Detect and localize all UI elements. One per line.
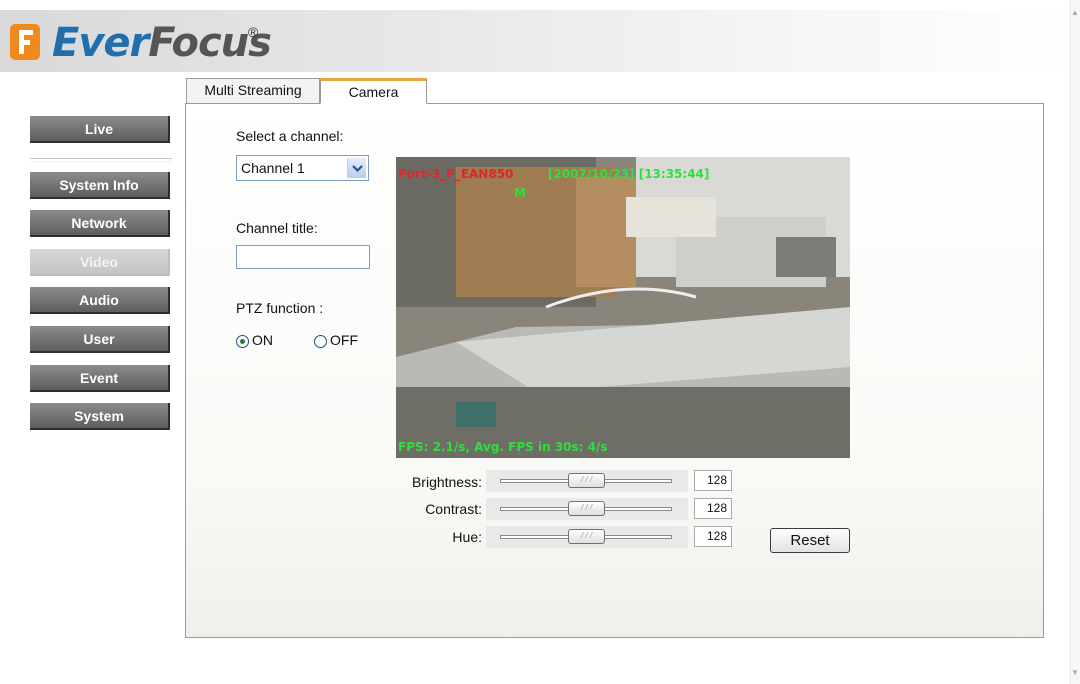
overlay-datetime: [2007/10/23] [13:35:44] [548,167,710,181]
sidebar-item-event[interactable]: Event [30,365,170,392]
hue-slider-handle[interactable]: / / / [568,529,605,544]
brightness-slider-handle[interactable]: / / / [568,473,605,488]
tab-camera[interactable]: Camera [320,78,427,104]
everfocus-logo-icon [10,24,40,60]
ptz-on-radio[interactable] [236,335,249,348]
sidebar-item-system[interactable]: System [30,403,170,430]
overlay-mode: M [514,186,526,200]
hue-label: Hue: [452,529,482,545]
ptz-off-radio[interactable] [314,335,327,348]
camera-video-feed: Port-3_P_EAN850 [2007/10/23] [13:35:44] … [396,157,850,458]
tab-multi-streaming[interactable]: Multi Streaming [186,78,320,103]
radio-selected-dot [240,339,245,344]
scroll-up-icon[interactable]: ▲ [1071,8,1079,17]
video-frame-image [396,157,850,458]
sidebar-item-user[interactable]: User [30,326,170,353]
contrast-slider-handle[interactable]: / / / [568,501,605,516]
scroll-down-icon[interactable]: ▼ [1071,668,1079,677]
contrast-value[interactable]: 128 [694,498,732,519]
brightness-value[interactable]: 128 [694,470,732,491]
brand-name-part1: Ever [52,20,149,66]
channel-title-label: Channel title: [236,220,318,236]
sidebar-item-network[interactable]: Network [30,210,170,237]
dropdown-button[interactable] [347,158,366,178]
ptz-off-label[interactable]: OFF [330,332,358,348]
overlay-camera-name: Port-3_P_EAN850 [398,167,514,181]
hue-value[interactable]: 128 [694,526,732,547]
header-banner: EverFocus ® [0,10,1070,72]
ptz-function-label: PTZ function : [236,300,324,316]
page-scrollbar[interactable] [1070,0,1080,684]
sidebar-item-video[interactable]: Video [30,249,170,276]
reset-button[interactable]: Reset [770,528,850,553]
sidebar-item-live[interactable]: Live [30,116,170,143]
sidebar-divider [30,158,172,162]
channel-title-input[interactable] [236,245,370,269]
overlay-fps: FPS: 2.1/s, Avg. FPS in 30s: 4/s [398,440,608,454]
ptz-on-label[interactable]: ON [252,332,273,348]
chevron-down-icon [352,165,363,173]
select-channel-label: Select a channel: [236,128,344,144]
brightness-label: Brightness: [411,474,482,490]
contrast-label: Contrast: [425,501,482,517]
brand-logo-text: EverFocus [52,20,272,66]
sidebar-item-system-info[interactable]: System Info [30,172,170,199]
sidebar-item-audio[interactable]: Audio [30,287,170,314]
registered-mark: ® [248,24,259,40]
